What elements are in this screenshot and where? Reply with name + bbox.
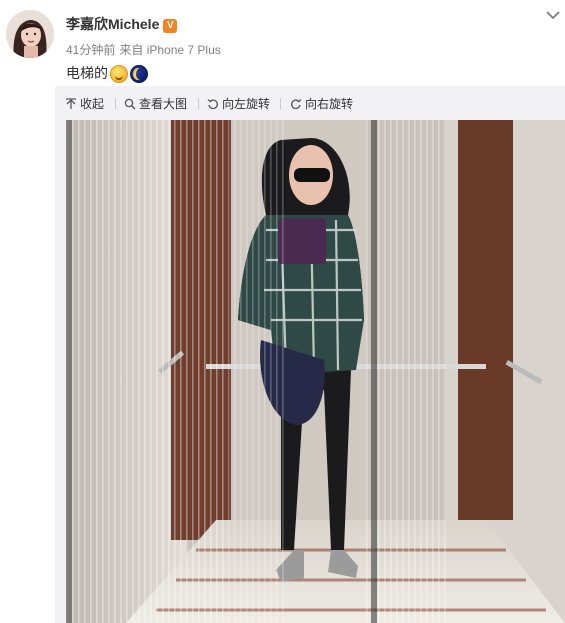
- author-name[interactable]: 李嘉欣Michele V: [66, 14, 178, 34]
- chevron-down-icon[interactable]: [545, 8, 561, 22]
- collapse-arrow-icon: [66, 97, 76, 109]
- post-source[interactable]: 来自 iPhone 7 Plus: [119, 43, 220, 57]
- media-panel: 收起 查看大图 向左旋转 向右旋转: [55, 86, 565, 623]
- zoom-icon: [124, 98, 136, 109]
- post-time[interactable]: 41分钟前: [66, 43, 115, 57]
- post-meta: 41分钟前 来自 iPhone 7 Plus: [66, 41, 221, 58]
- verified-icon: V: [163, 19, 178, 33]
- toolbar-divider: [280, 98, 281, 109]
- collapse-button[interactable]: 收起: [65, 95, 104, 112]
- rotate-left-label: 向左旋转: [222, 97, 271, 111]
- avatar[interactable]: [6, 10, 54, 58]
- rotate-right-icon: [291, 98, 302, 109]
- rotate-left-icon: [207, 98, 218, 109]
- rotate-right-label: 向右旋转: [305, 97, 354, 111]
- toolbar-divider: [115, 98, 116, 109]
- toolbar-divider: [198, 98, 199, 109]
- avatar-image: [6, 10, 54, 58]
- grinning-face-emoji: [110, 65, 128, 84]
- post-photo[interactable]: [66, 120, 565, 623]
- author-name-text[interactable]: 李嘉欣Michele: [66, 16, 159, 32]
- rotate-right-button[interactable]: 向右旋转: [290, 95, 353, 112]
- post-text-content: 电梯的: [66, 65, 108, 81]
- crescent-moon-emoji: [130, 65, 148, 84]
- post-text: 电梯的: [66, 63, 148, 84]
- view-large-button[interactable]: 查看大图: [124, 95, 187, 112]
- weibo-post: 李嘉欣Michele V 41分钟前 来自 iPhone 7 Plus 电梯的 收起: [0, 0, 565, 623]
- rotate-left-button[interactable]: 向左旋转: [207, 95, 270, 112]
- view-large-label: 查看大图: [139, 97, 188, 111]
- media-toolbar: 收起 查看大图 向左旋转 向右旋转: [55, 86, 565, 120]
- elevator-mirror-selfie-image: [66, 120, 565, 623]
- collapse-label: 收起: [80, 97, 105, 111]
